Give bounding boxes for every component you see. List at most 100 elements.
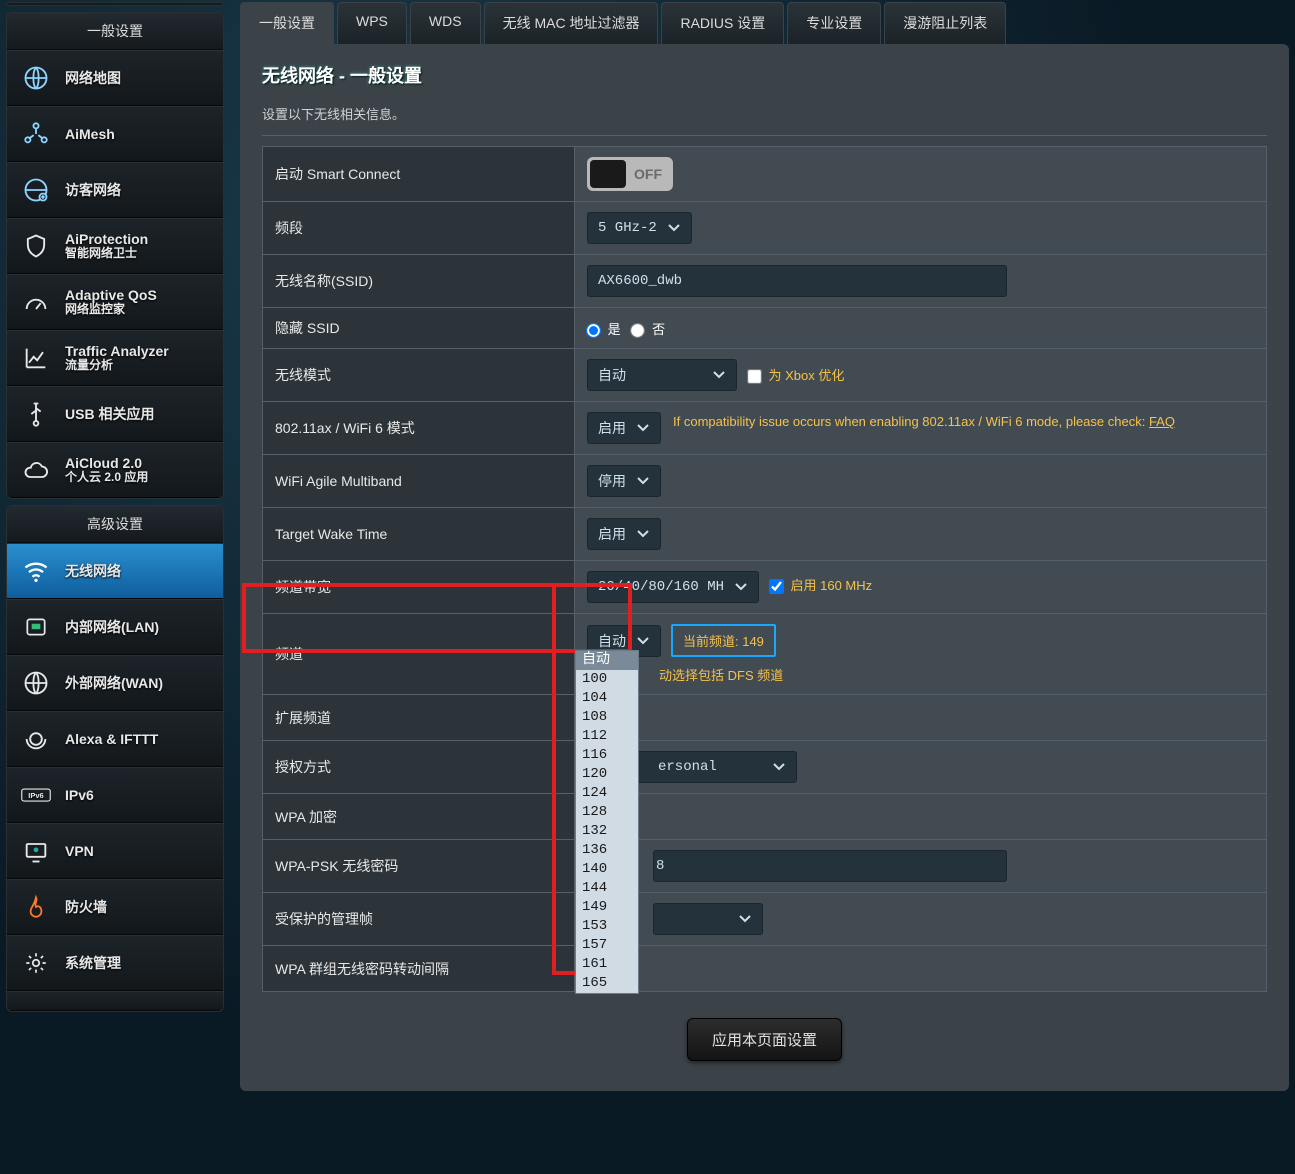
channel-option[interactable]: 161 [576, 955, 638, 974]
select-band[interactable]: 5 GHz-2 [587, 212, 692, 244]
sidebar-item-wan[interactable]: 外部网络(WAN) [7, 655, 223, 711]
sidebar-item-alexa-ifttt[interactable]: Alexa & IFTTT [7, 711, 223, 767]
label-target-wake-time: Target Wake Time [263, 508, 575, 561]
label-hide-ssid: 隐藏 SSID [263, 308, 575, 349]
select-channel-bandwidth[interactable]: 20/40/80/160 MH [587, 571, 759, 603]
select-wireless-mode[interactable]: 自动 [587, 359, 737, 391]
tab-radius[interactable]: RADIUS 设置 [661, 2, 784, 44]
apply-button[interactable]: 应用本页面设置 [687, 1018, 842, 1061]
sidebar-item-lan[interactable]: 内部网络(LAN) [7, 599, 223, 655]
input-wpa-psk[interactable] [653, 850, 1007, 882]
channel-dropdown[interactable]: 自动10010410811211612012412813213614014414… [575, 650, 639, 994]
channel-option[interactable]: 104 [576, 689, 638, 708]
label-wireless-mode: 无线模式 [263, 349, 575, 402]
channel-option[interactable]: 153 [576, 917, 638, 936]
label-extension-channel: 扩展频道 [263, 695, 575, 741]
channel-option[interactable]: 128 [576, 803, 638, 822]
sidebar-item-usb-app[interactable]: USB 相关应用 [7, 386, 223, 442]
sidebar-item-firewall[interactable]: 防火墙 [7, 879, 223, 935]
select-value: 停用 [598, 471, 626, 491]
channel-option[interactable]: 自动 [576, 651, 638, 670]
tab-professional[interactable]: 专业设置 [787, 2, 881, 44]
sidebar-item-vpn[interactable]: VPN [7, 823, 223, 879]
channel-option[interactable]: 165 [576, 974, 638, 993]
tab-wps[interactable]: WPS [337, 2, 407, 44]
faq-link[interactable]: FAQ [1149, 414, 1175, 429]
label-agile-multiband: WiFi Agile Multiband [263, 455, 575, 508]
sidebar-item-administration[interactable]: 系统管理 [7, 935, 223, 991]
checkbox-enable-160mhz[interactable]: 启用 160 MHz [770, 578, 872, 593]
sidebar-item-more[interactable] [7, 991, 223, 1011]
sidebar-general-header: 一般设置 [7, 13, 223, 50]
channel-option[interactable]: 116 [576, 746, 638, 765]
channel-option[interactable]: 112 [576, 727, 638, 746]
sidebar-item-wireless[interactable]: 无线网络 [7, 543, 223, 599]
select-value: 自动 [598, 365, 626, 385]
channel-option[interactable]: 124 [576, 784, 638, 803]
sidebar-item-adaptive-qos[interactable]: Adaptive QoS 网络监控家 [7, 274, 223, 330]
radio-hide-ssid-yes[interactable]: 是 [587, 322, 621, 337]
chevron-down-icon [636, 476, 650, 486]
sidebar-item-aimesh[interactable]: AiMesh [7, 106, 223, 162]
channel-option[interactable]: 157 [576, 936, 638, 955]
lan-icon [21, 612, 51, 642]
sidebar-card-top [6, 2, 224, 6]
channel-option[interactable]: 136 [576, 841, 638, 860]
select-80211ax[interactable]: 启用 [587, 412, 661, 444]
sidebar-item-aicloud[interactable]: AiCloud 2.0 个人云 2.0 应用 [7, 442, 223, 498]
label-smart-connect: 启动 Smart Connect [263, 147, 575, 202]
sidebar-item-label: AiMesh [65, 126, 115, 142]
label-auth-method: 授权方式 [263, 741, 575, 794]
select-agile-multiband[interactable]: 停用 [587, 465, 661, 497]
channel-option[interactable]: 100 [576, 670, 638, 689]
toggle-knob [590, 160, 626, 188]
chevron-down-icon [738, 914, 752, 924]
chevron-down-icon [636, 423, 650, 433]
tab-general[interactable]: 一般设置 [240, 2, 334, 44]
sidebar-item-network-map[interactable]: 网络地图 [7, 50, 223, 106]
chevron-down-icon [734, 582, 748, 592]
sidebar-item-guest-network[interactable]: 访客网络 [7, 162, 223, 218]
sidebar: 一般设置 网络地图 AiMesh 访客网络 AiProtection [0, 2, 228, 1174]
settings-form: 启动 Smart Connect OFF 频段 5 GHz-2 [262, 146, 1267, 992]
settings-panel: 无线网络 - 一般设置 设置以下无线相关信息。 启动 Smart Connect… [240, 44, 1289, 1091]
cloud-icon [21, 455, 51, 485]
channel-option[interactable]: 132 [576, 822, 638, 841]
tab-roaming-block[interactable]: 漫游阻止列表 [884, 2, 1006, 44]
sidebar-general-card: 一般设置 网络地图 AiMesh 访客网络 AiProtection [6, 12, 224, 499]
channel-option[interactable]: 144 [576, 879, 638, 898]
sidebar-item-label: VPN [65, 843, 94, 859]
page-desc: 设置以下无线相关信息。 [262, 104, 1267, 136]
sidebar-item-aiprotection[interactable]: AiProtection 智能网络卫士 [7, 218, 223, 274]
channel-option[interactable]: 108 [576, 708, 638, 727]
wifi-icon [21, 556, 51, 586]
sidebar-item-label: 访客网络 [65, 180, 121, 200]
select-pmf[interactable] [653, 903, 763, 935]
channel-option[interactable]: 120 [576, 765, 638, 784]
svg-text:IPv6: IPv6 [28, 791, 43, 800]
toggle-smart-connect[interactable]: OFF [587, 157, 673, 191]
checkbox-xbox-optimize[interactable]: 为 Xbox 优化 [748, 368, 844, 383]
radio-hide-ssid-no[interactable]: 否 [631, 322, 665, 337]
select-target-wake-time[interactable]: 启用 [587, 518, 661, 550]
fire-icon [21, 892, 51, 922]
input-ssid[interactable] [587, 265, 1007, 297]
channel-option[interactable]: 140 [576, 860, 638, 879]
label-wpa-encryption: WPA 加密 [263, 794, 575, 840]
sidebar-item-label: IPv6 [65, 787, 94, 803]
sidebar-item-label: 防火墙 [65, 897, 107, 917]
label-channel-bandwidth: 频道带宽 [263, 561, 575, 614]
chevron-down-icon [712, 370, 726, 380]
usb-icon [21, 399, 51, 429]
sidebar-item-ipv6[interactable]: IPv6 IPv6 [7, 767, 223, 823]
chevron-down-icon [772, 762, 786, 772]
tab-wds[interactable]: WDS [410, 2, 481, 44]
chevron-down-icon [636, 636, 650, 646]
sidebar-item-traffic-analyzer[interactable]: Traffic Analyzer 流量分析 [7, 330, 223, 386]
sidebar-advanced-card: 高级设置 无线网络 内部网络(LAN) 外部网络(WAN) Alexa & IF… [6, 505, 224, 1012]
sidebar-item-label: AiProtection 智能网络卫士 [65, 231, 148, 261]
globe-icon [21, 63, 51, 93]
channel-option[interactable]: 149 [576, 898, 638, 917]
tab-mac-filter[interactable]: 无线 MAC 地址过滤器 [484, 2, 659, 44]
globe-icon [21, 668, 51, 698]
